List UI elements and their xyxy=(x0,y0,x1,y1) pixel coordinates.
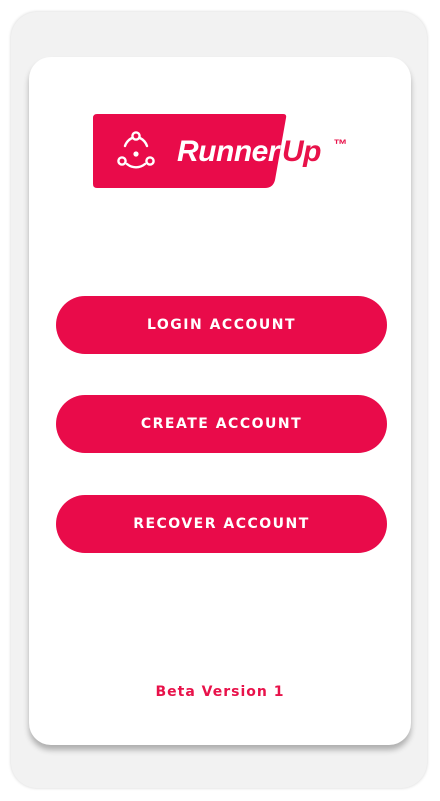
share-nodes-icon xyxy=(117,131,155,169)
login-account-button[interactable]: LOGIN ACCOUNT xyxy=(56,296,387,354)
create-account-button[interactable]: CREATE ACCOUNT xyxy=(56,395,387,453)
trademark-symbol: ™ xyxy=(333,136,347,152)
logo-name-up: Up xyxy=(282,135,322,168)
recover-account-button[interactable]: RECOVER ACCOUNT xyxy=(56,495,387,553)
logo-name-runner: Runner xyxy=(177,135,280,168)
version-label: Beta Version 1 xyxy=(155,684,285,700)
logo-wordmark: Runner Up xyxy=(177,132,322,172)
app-logo: Runner Up ™ xyxy=(93,114,363,190)
